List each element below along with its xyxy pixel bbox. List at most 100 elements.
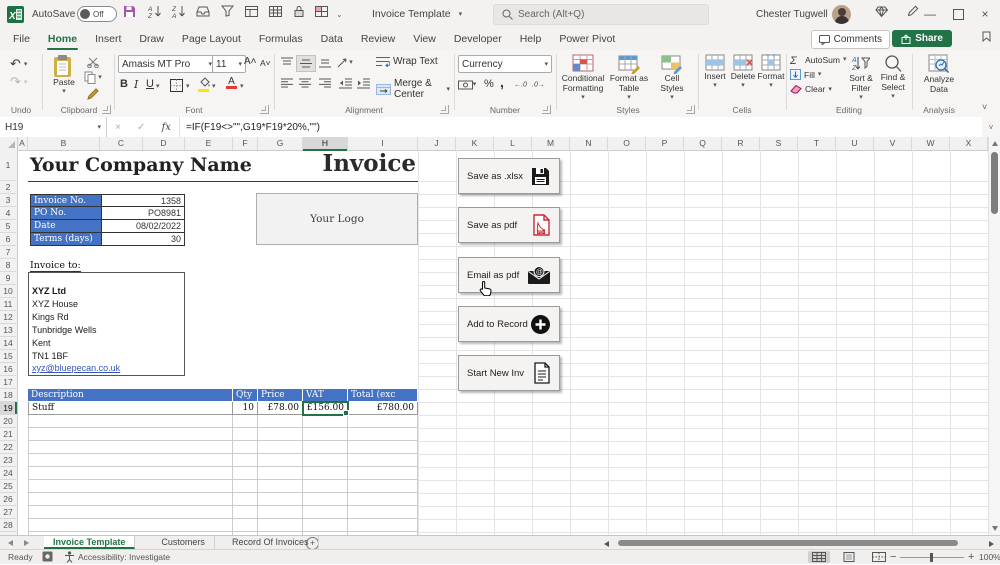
- cancel-entry-icon[interactable]: ×: [115, 122, 121, 133]
- column-header-F[interactable]: F: [233, 137, 258, 150]
- autosum-button[interactable]: ΣAutoSum▾: [790, 54, 846, 65]
- borders-icon[interactable]: [170, 79, 183, 95]
- number-launcher-icon[interactable]: [542, 105, 551, 114]
- insert-cells-button[interactable]: Insert▾: [702, 54, 728, 89]
- ribbon-tab-review[interactable]: Review: [352, 28, 404, 50]
- ribbon-tab-help[interactable]: Help: [511, 28, 551, 50]
- scroll-up-icon[interactable]: [992, 141, 998, 146]
- horizontal-scroll-thumb[interactable]: [618, 540, 958, 546]
- customer-email-link[interactable]: xyz@bluepecan.co.uk: [32, 363, 120, 373]
- column-header-B[interactable]: B: [28, 137, 100, 150]
- percent-style-icon[interactable]: %: [484, 78, 494, 90]
- items-empty-cell[interactable]: [348, 480, 418, 493]
- items-empty-cell[interactable]: [233, 454, 258, 467]
- underline-button[interactable]: U: [146, 78, 154, 90]
- column-header-V[interactable]: V: [874, 137, 912, 150]
- delete-cells-button[interactable]: Delete▾: [730, 54, 756, 89]
- align-center-icon[interactable]: [296, 76, 314, 91]
- expand-formula-bar-icon[interactable]: ˅: [982, 117, 1000, 137]
- column-header-P[interactable]: P: [646, 137, 684, 150]
- zoom-level[interactable]: 100%: [979, 552, 1000, 562]
- sheet-tab-record-of-invoices[interactable]: Record Of Invoices: [223, 536, 319, 549]
- freeze-panes-icon[interactable]: [240, 0, 262, 22]
- align-top-icon[interactable]: [278, 55, 296, 70]
- cell-styles-button[interactable]: Cell Styles▾: [652, 54, 692, 101]
- items-empty-cell[interactable]: [348, 454, 418, 467]
- column-header-N[interactable]: N: [570, 137, 608, 150]
- clear-button[interactable]: Clear▾: [790, 84, 832, 94]
- column-header-T[interactable]: T: [798, 137, 836, 150]
- column-headers[interactable]: ABCDEFGHIJKLMNOPQRSTUVWX: [0, 137, 988, 151]
- column-header-G[interactable]: G: [258, 137, 303, 150]
- ribbon-tab-data[interactable]: Data: [312, 28, 352, 50]
- vertical-scrollbar[interactable]: [988, 137, 1000, 535]
- items-empty-cell[interactable]: [303, 480, 348, 493]
- macro-button-add-to-record[interactable]: Add to Record: [458, 306, 560, 342]
- align-middle-icon[interactable]: [296, 55, 316, 72]
- number-format-select[interactable]: Currency▾: [458, 55, 552, 73]
- select-all-corner[interactable]: [0, 137, 18, 151]
- column-header-D[interactable]: D: [143, 137, 185, 150]
- lock-icon[interactable]: [288, 0, 310, 22]
- qat-more-icon[interactable]: ⌄: [336, 0, 343, 28]
- column-header-H[interactable]: H: [303, 137, 348, 150]
- comments-button[interactable]: Comments: [811, 30, 890, 49]
- items-empty-cell[interactable]: [258, 519, 303, 532]
- mail-tray-icon[interactable]: [192, 0, 214, 22]
- column-header-E[interactable]: E: [185, 137, 233, 150]
- macro-button-email-as-pdf[interactable]: Email as pdf@: [458, 257, 560, 293]
- items-empty-cell[interactable]: [28, 493, 233, 506]
- conditional-formatting-button[interactable]: Conditional Formatting▾: [560, 54, 606, 101]
- formula-input[interactable]: =IF(F19<>"",G19*F19*20%,""): [180, 117, 982, 137]
- ribbon-tab-file[interactable]: File: [4, 28, 39, 50]
- decrease-decimal-icon[interactable]: .0→: [532, 79, 548, 91]
- name-box[interactable]: H19▾: [0, 117, 107, 137]
- normal-view-icon[interactable]: [808, 551, 830, 563]
- sort-filter-button[interactable]: AZ Sort & Filter▾: [846, 54, 876, 101]
- fill-color-icon[interactable]: [198, 77, 211, 92]
- filter-icon[interactable]: [216, 0, 238, 22]
- items-empty-cell[interactable]: [258, 467, 303, 480]
- items-empty-cell[interactable]: [348, 467, 418, 480]
- items-empty-cell[interactable]: [303, 428, 348, 441]
- bold-button[interactable]: B: [120, 78, 128, 90]
- items-empty-cell[interactable]: [258, 428, 303, 441]
- macro-button-save-as-pdf[interactable]: Save as pdfPDF: [458, 207, 560, 243]
- items-empty-cell[interactable]: [28, 415, 233, 428]
- paste-button[interactable]: Paste▾: [48, 54, 80, 95]
- items-empty-cell[interactable]: [303, 493, 348, 506]
- worksheet[interactable]: ABCDEFGHIJKLMNOPQRSTUVWX 123456789101112…: [0, 137, 988, 535]
- ribbon-pin-icon[interactable]: [981, 31, 992, 45]
- font-launcher-icon[interactable]: [260, 105, 269, 114]
- table-icon[interactable]: [264, 0, 286, 22]
- collapse-ribbon-icon[interactable]: ˅: [982, 102, 987, 112]
- minimize-button[interactable]: —: [915, 0, 945, 28]
- items-empty-cell[interactable]: [28, 467, 233, 480]
- autosave-toggle[interactable]: Off: [77, 0, 117, 28]
- sheet-tab-invoice-template[interactable]: Invoice Template: [44, 536, 135, 549]
- column-header-J[interactable]: J: [418, 137, 456, 150]
- find-select-button[interactable]: Find & Select▾: [878, 54, 908, 100]
- decrease-indent-icon[interactable]: [336, 76, 354, 91]
- scroll-right-icon[interactable]: [989, 541, 994, 547]
- macro-button-start-new-inv[interactable]: Start New Inv: [458, 355, 560, 391]
- grid-body[interactable]: Your Company Name Invoice Invoice No.135…: [0, 150, 988, 535]
- items-empty-cell[interactable]: [28, 428, 233, 441]
- items-empty-cell[interactable]: [303, 467, 348, 480]
- items-empty-cell[interactable]: [348, 415, 418, 428]
- wrap-text-button[interactable]: Wrap Text: [376, 56, 438, 67]
- font-color-icon[interactable]: A: [226, 77, 237, 89]
- shrink-font-icon[interactable]: A˅: [260, 58, 271, 68]
- cell-color-icon[interactable]: [310, 0, 332, 22]
- prev-sheet-icon[interactable]: [8, 540, 13, 546]
- items-cell-total[interactable]: £780.00: [348, 402, 418, 415]
- items-empty-cell[interactable]: [348, 493, 418, 506]
- premium-gem-icon[interactable]: [870, 0, 892, 22]
- items-empty-cell[interactable]: [28, 506, 233, 519]
- items-empty-cell[interactable]: [258, 506, 303, 519]
- column-header-O[interactable]: O: [608, 137, 646, 150]
- ribbon-tab-insert[interactable]: Insert: [86, 28, 130, 50]
- ribbon-tab-power-pivot[interactable]: Power Pivot: [550, 28, 624, 50]
- format-as-table-button[interactable]: Format as Table▾: [608, 54, 650, 101]
- items-empty-cell[interactable]: [233, 467, 258, 480]
